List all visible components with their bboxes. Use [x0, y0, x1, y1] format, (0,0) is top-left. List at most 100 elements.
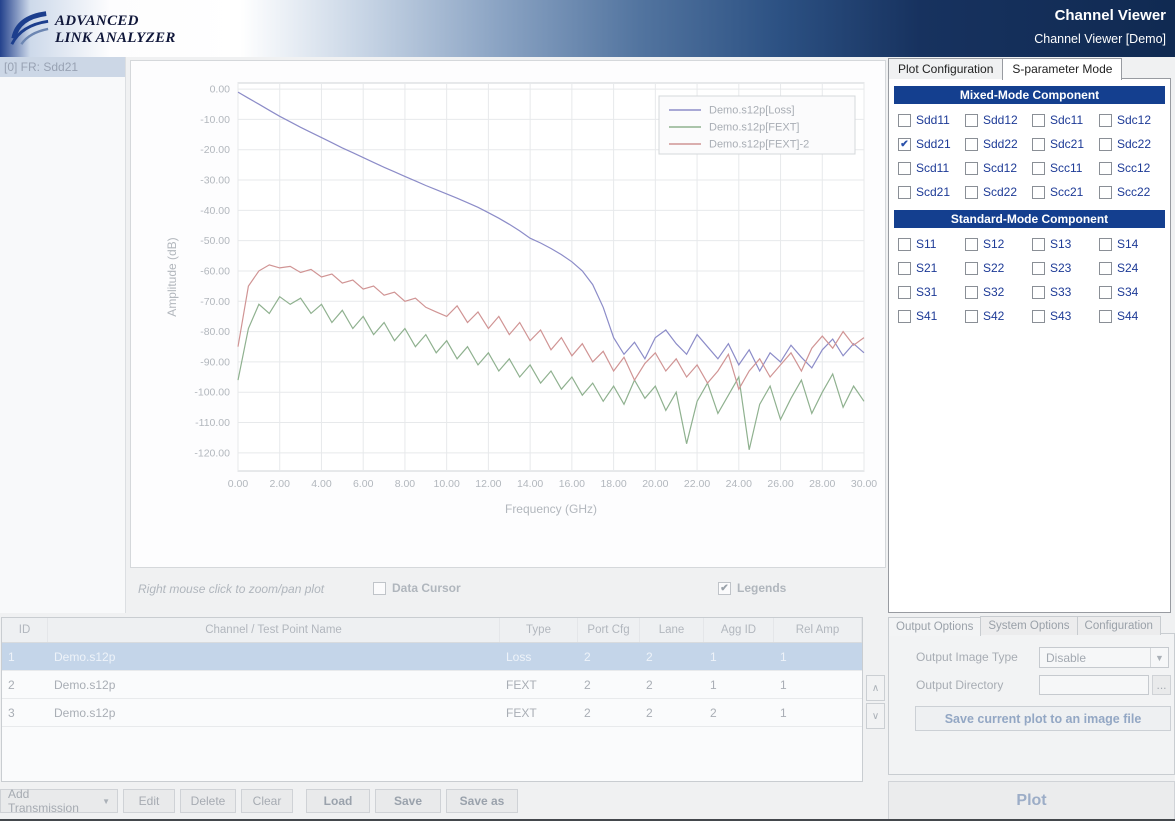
checkbox-scd22[interactable]: Scd22	[965, 185, 1032, 199]
checkbox-sdd11[interactable]: Sdd11	[898, 113, 965, 127]
checkbox-scc12[interactable]: Scc12	[1099, 161, 1166, 175]
checkbox-sdd21[interactable]: ✔ Sdd21	[898, 137, 965, 151]
delete-button[interactable]: Delete	[180, 789, 236, 813]
save-button[interactable]: Save	[375, 789, 441, 813]
checkbox-s13[interactable]: S13	[1032, 237, 1099, 251]
svg-text:22.00: 22.00	[684, 478, 710, 490]
svg-text:-90.00: -90.00	[200, 356, 230, 368]
channel-viewer-window: ADVANCED LINK ANALYZER Channel Viewer Ch…	[0, 0, 1175, 821]
checkbox-s41[interactable]: S41	[898, 309, 965, 323]
cell-agg_id: 1	[710, 649, 717, 664]
checkbox-label: Scd11	[916, 161, 950, 175]
checkbox-scc22[interactable]: Scc22	[1099, 185, 1166, 199]
sidebar-item[interactable]: [0] FR: Sdd21	[0, 57, 125, 77]
column-header: Type	[500, 618, 578, 642]
svg-text:4.00: 4.00	[311, 478, 332, 490]
svg-text:14.00: 14.00	[517, 478, 543, 490]
checkbox-scc21[interactable]: Scc21	[1032, 185, 1099, 199]
result-list-sidebar[interactable]: [0] FR: Sdd21	[0, 57, 126, 613]
checkbox-sdc11[interactable]: Sdc11	[1032, 113, 1099, 127]
checkbox-s22[interactable]: S22	[965, 261, 1032, 275]
output-directory-field[interactable]	[1039, 675, 1149, 695]
channel-table[interactable]: ID Channel / Test Point Name Type Port Cfg L…	[1, 617, 863, 782]
clear-button[interactable]: Clear	[241, 789, 293, 813]
checkbox-label: Sdd22	[983, 137, 1018, 151]
checkbox-sdd22[interactable]: Sdd22	[965, 137, 1032, 151]
checkbox-sdd12[interactable]: Sdd12	[965, 113, 1032, 127]
data-cursor-option: Data Cursor	[373, 581, 461, 595]
checkbox-s33[interactable]: S33	[1032, 285, 1099, 299]
table-row[interactable]: 2 Demo.s12p FEXT 2 2 1 1	[2, 671, 862, 699]
checkbox-s32[interactable]: S32	[965, 285, 1032, 299]
channel-toolbar: Add Transmission ▼ Edit Delete Clear Loa…	[0, 787, 518, 815]
checkbox-label: Sdc22	[1117, 137, 1152, 151]
legends-label: Legends	[737, 581, 787, 595]
tab-system-options[interactable]: System Options	[980, 616, 1078, 635]
cell-port_cfg: 2	[584, 649, 591, 664]
checkbox-s21[interactable]: S21	[898, 261, 965, 275]
checkbox-box-icon	[1032, 113, 1045, 127]
tab-output-options[interactable]: Output Options	[888, 617, 982, 636]
standard-mode-header: Standard-Mode Component	[894, 210, 1165, 228]
checkbox-label: S31	[916, 285, 938, 299]
load-button[interactable]: Load	[306, 789, 370, 813]
output-image-type-dropdown[interactable]: Disable ▼	[1039, 647, 1169, 668]
checkbox-label: Scd22	[983, 185, 1018, 199]
checkbox-label: S32	[983, 285, 1005, 299]
svg-text:24.00: 24.00	[726, 478, 752, 490]
svg-text:-10.00: -10.00	[200, 114, 230, 126]
move-row-up-button[interactable]: ∧	[866, 675, 885, 701]
add-transmission-label: Add Transmission	[8, 787, 79, 815]
table-row[interactable]: 3 Demo.s12p FEXT 2 2 2 1	[2, 699, 862, 727]
sparameter-mode-tabpage: Mixed-Mode Component Sdd11 Sdd12 Sdc11 Sdc1…	[888, 78, 1171, 613]
tab-configuration[interactable]: Configuration	[1076, 616, 1161, 635]
browse-button[interactable]: ...	[1152, 675, 1171, 695]
checkbox-label: Scc21	[1050, 185, 1084, 199]
checkbox-s14[interactable]: S14	[1099, 237, 1166, 251]
legends-checkbox[interactable]: ✔	[718, 581, 731, 595]
checkbox-scd12[interactable]: Scd12	[965, 161, 1032, 175]
checkbox-sdc12[interactable]: Sdc12	[1099, 113, 1166, 127]
checkbox-s12[interactable]: S12	[965, 237, 1032, 251]
plot-hint-text: Right mouse click to zoom/pan plot	[138, 582, 325, 596]
checkbox-sdc22[interactable]: Sdc22	[1099, 137, 1166, 151]
checkbox-s34[interactable]: S34	[1099, 285, 1166, 299]
checkbox-box-icon	[898, 285, 911, 299]
checkbox-s44[interactable]: S44	[1099, 309, 1166, 323]
tab-s-parameter-mode[interactable]: S-parameter Mode	[1002, 58, 1123, 80]
add-transmission-button[interactable]: Add Transmission ▼	[0, 787, 118, 815]
checkbox-s24[interactable]: S24	[1099, 261, 1166, 275]
window-subtitle: Channel Viewer [Demo]	[1034, 32, 1166, 46]
svg-text:0.00: 0.00	[228, 478, 249, 490]
checkbox-s23[interactable]: S23	[1032, 261, 1099, 275]
amplitude-frequency-chart[interactable]: 0.00 -10.00 -20.00 -30.00 -40.00 -50.00 -60.00…	[131, 61, 885, 567]
svg-text:Demo.s12p[FEXT]: Demo.s12p[FEXT]	[709, 122, 799, 134]
tab-plot-configuration[interactable]: Plot Configuration	[888, 58, 1004, 79]
save-as-button[interactable]: Save as	[446, 789, 518, 813]
checkbox-label: Scd21	[916, 185, 951, 199]
plot-canvas[interactable]: 0.00 -10.00 -20.00 -30.00 -40.00 -50.00 -60.00…	[130, 60, 886, 568]
plot-button[interactable]: Plot	[888, 781, 1175, 819]
checkbox-scd11[interactable]: Scd11	[898, 161, 965, 175]
output-directory-label: Output Directory	[916, 678, 1004, 692]
data-cursor-checkbox[interactable]	[373, 581, 386, 595]
output-image-type-value: Disable	[1046, 650, 1087, 665]
checkbox-box-icon	[1099, 309, 1112, 323]
cell-type: FEXT	[506, 677, 537, 692]
checkbox-scd21[interactable]: Scd21	[898, 185, 965, 199]
column-header: ID	[2, 618, 48, 642]
checkbox-s11[interactable]: S11	[898, 237, 965, 251]
checkbox-s43[interactable]: S43	[1032, 309, 1099, 323]
move-row-down-button[interactable]: ∨	[866, 703, 885, 729]
checkbox-s42[interactable]: S42	[965, 309, 1032, 323]
edit-button[interactable]: Edit	[123, 789, 175, 813]
output-tabs: Output Options System Options Configuratio…	[888, 613, 1175, 636]
checkbox-box-icon	[1099, 261, 1112, 275]
checkbox-s31[interactable]: S31	[898, 285, 965, 299]
checkbox-box-icon	[1032, 261, 1045, 275]
svg-text:-70.00: -70.00	[200, 296, 230, 308]
table-row[interactable]: 1 Demo.s12p Loss 2 2 1 1	[2, 643, 862, 671]
checkbox-sdc21[interactable]: Sdc21	[1032, 137, 1099, 151]
save-plot-image-button[interactable]: Save current plot to an image file	[915, 706, 1171, 731]
checkbox-scc11[interactable]: Scc11	[1032, 161, 1099, 175]
